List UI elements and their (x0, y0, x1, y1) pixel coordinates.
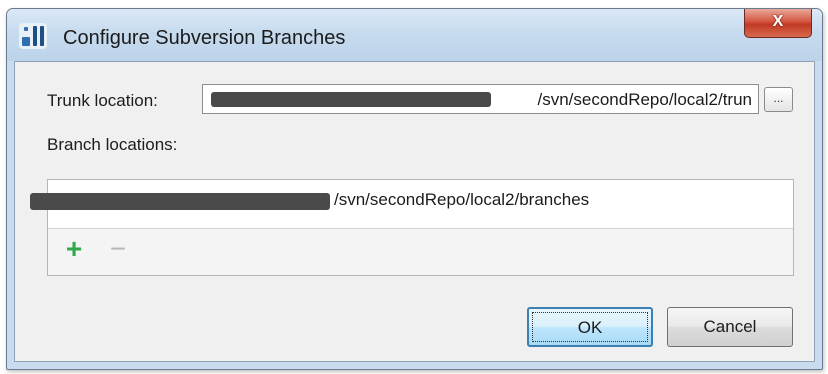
minus-icon: − (109, 233, 127, 264)
browse-trunk-button[interactable]: ... (764, 87, 793, 112)
branch-location-value: /svn/secondRepo/local2/branches (334, 190, 590, 209)
cancel-button-label: Cancel (703, 317, 757, 336)
title-bar[interactable]: Configure Subversion Branches X (7, 9, 822, 61)
trunk-location-value: /svn/secondRepo/local2/trun (537, 90, 752, 109)
remove-branch-button: − (106, 235, 130, 263)
trunk-location-input[interactable]: /svn/secondRepo/local2/trun (202, 84, 759, 114)
focus-ring (532, 312, 648, 342)
close-icon: X (772, 13, 784, 30)
branch-locations-list[interactable]: /svn/secondRepo/local2/branches + − (30, 179, 794, 276)
redacted-url-prefix (30, 193, 330, 210)
dialog-content: Trunk location: /svn/secondRepo/local2/t… (14, 61, 815, 362)
dialog-window: Configure Subversion Branches X Trunk lo… (6, 8, 823, 370)
trunk-location-label: Trunk location: (47, 91, 158, 110)
redacted-url-prefix (211, 92, 491, 107)
list-item[interactable]: /svn/secondRepo/local2/branches (30, 180, 793, 229)
ok-button[interactable]: OK (527, 307, 653, 347)
add-branch-button[interactable]: + (62, 235, 86, 263)
list-toolbar: + − (48, 229, 793, 275)
cancel-button[interactable]: Cancel (667, 307, 793, 347)
close-button[interactable]: X (744, 9, 812, 38)
intellij-app-icon (19, 23, 47, 49)
branch-locations-label: Branch locations: (47, 135, 178, 154)
ellipsis-icon: ... (773, 91, 784, 105)
plus-icon: + (65, 233, 83, 264)
dialog-title: Configure Subversion Branches (63, 27, 346, 49)
